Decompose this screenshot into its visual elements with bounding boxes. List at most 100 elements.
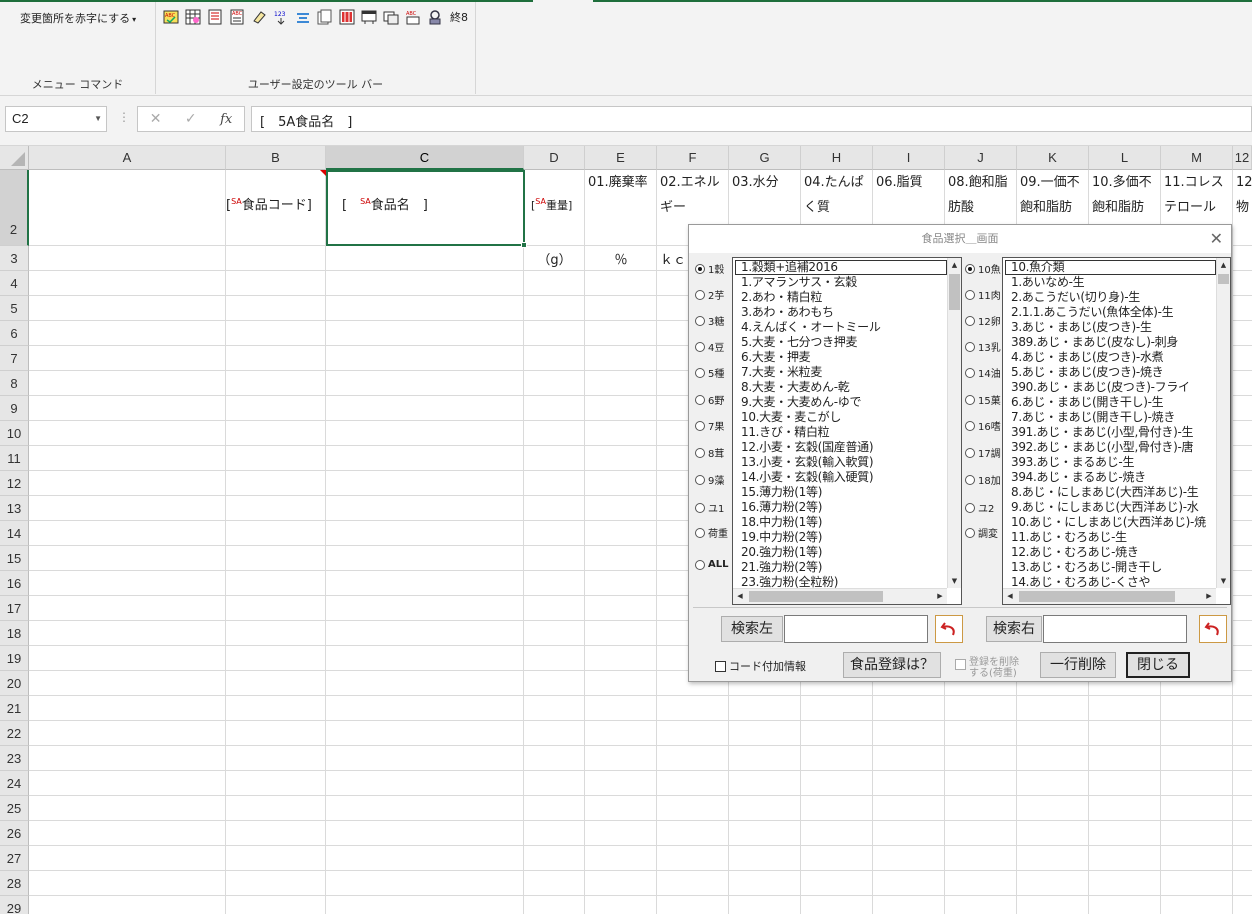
category-radio[interactable]: 荷重 [695, 525, 728, 540]
list-item[interactable]: 12.小麦・玄穀(国産普通) [735, 440, 947, 455]
radio-dot-icon[interactable] [695, 289, 705, 300]
column-header[interactable]: 12 [1233, 146, 1252, 170]
abc-list-icon[interactable]: ABC [228, 8, 246, 26]
list-item[interactable]: 389.あじ・まあじ(皮なし)-刺身 [1005, 335, 1216, 350]
right-vertical-scrollbar[interactable]: ▲ ▼ [1216, 258, 1230, 588]
selected-cell-c2[interactable] [326, 170, 527, 248]
row-header[interactable]: 10 [0, 421, 29, 446]
list-item[interactable]: 23.強力粉(全粒粉) [735, 575, 947, 588]
cell-f3[interactable]: ｋｃ [660, 249, 690, 268]
row-header[interactable]: 23 [0, 746, 29, 771]
row-header[interactable]: 18 [0, 621, 29, 646]
eraser-icon[interactable] [250, 8, 268, 26]
radio-dot-icon[interactable] [695, 474, 705, 485]
radio-dot-icon[interactable] [965, 502, 975, 513]
category-radio[interactable]: 13乳 [965, 339, 1001, 354]
right-horizontal-scrollbar[interactable]: ◀ ▶ [1003, 588, 1216, 604]
list-item[interactable]: 14.あじ・むろあじ-くさや [1005, 575, 1216, 588]
scroll-up-icon[interactable]: ▲ [948, 258, 961, 272]
window-icon[interactable] [382, 8, 400, 26]
select-all-corner[interactable] [0, 146, 29, 170]
category-radio[interactable]: 4豆 [695, 339, 724, 354]
radio-dot-icon[interactable] [965, 315, 975, 326]
right-food-listbox[interactable]: 10.魚介類 1.あいなめ-生 2.あこうだい(切り身)-生 2.1.1.あこうだい(… [1002, 257, 1231, 605]
cell-n2[interactable]: 12 物 [1233, 170, 1252, 246]
list-item[interactable]: 392.あじ・まあじ(小型,骨付き)-唐 [1005, 440, 1216, 455]
numbering-icon[interactable]: 123 [272, 8, 290, 26]
row-header[interactable]: 8 [0, 371, 29, 396]
row-header[interactable]: 20 [0, 671, 29, 696]
map-icon[interactable] [338, 8, 356, 26]
list-item[interactable]: 6.あじ・まあじ(開き干し)-生 [1005, 395, 1216, 410]
category-radio[interactable]: 12卵 [965, 313, 1001, 328]
cell-d3[interactable]: （g） [524, 249, 585, 268]
cell-e3[interactable]: ％ [585, 249, 657, 268]
list-item[interactable]: 9.大麦・大麦めん-ゆで [735, 395, 947, 410]
column-header[interactable]: D [524, 146, 585, 170]
column-header[interactable]: G [729, 146, 801, 170]
list-item[interactable]: 4.えんばく・オートミール [735, 320, 947, 335]
radio-dot-icon[interactable] [695, 394, 705, 405]
row-header[interactable]: 5 [0, 296, 29, 321]
list-item[interactable]: 394.あじ・まるあじ-焼き [1005, 470, 1216, 485]
radio-dot-icon[interactable] [965, 447, 975, 458]
list-item[interactable]: 1.アマランサス・玄穀 [735, 275, 947, 290]
list-item[interactable]: 393.あじ・まるあじ-生 [1005, 455, 1216, 470]
left-vertical-scrollbar[interactable]: ▲ ▼ [947, 258, 961, 588]
list-item[interactable]: 4.あじ・まあじ(皮つき)-水煮 [1005, 350, 1216, 365]
link-icon[interactable] [426, 8, 444, 26]
radio-dot-icon[interactable] [965, 474, 975, 485]
radio-dot-icon[interactable] [965, 289, 975, 300]
list-item[interactable]: 2.1.1.あこうだい(魚体全体)-生 [1005, 305, 1216, 320]
row-header[interactable]: 17 [0, 596, 29, 621]
row-header[interactable]: 24 [0, 771, 29, 796]
grid-icon[interactable] [360, 8, 378, 26]
row-header[interactable]: 29 [0, 896, 29, 914]
highlight-changes-red-button[interactable]: 変更箇所を赤字にする ▾ [20, 10, 136, 26]
list-item[interactable]: 13.あじ・むろあじ-開き干し [1005, 560, 1216, 575]
row-header[interactable]: 3 [0, 246, 29, 271]
scroll-up-icon[interactable]: ▲ [1217, 258, 1230, 272]
list-item[interactable]: 14.小麦・玄穀(輸入硬質) [735, 470, 947, 485]
row-header[interactable]: 14 [0, 521, 29, 546]
food-register-button[interactable]: 食品登録は？ [843, 652, 941, 678]
column-header[interactable]: I [873, 146, 945, 170]
category-radio[interactable]: 10魚 [965, 261, 1001, 276]
radio-dot-icon[interactable] [695, 527, 705, 538]
column-header[interactable]: E [585, 146, 657, 170]
undo-right-icon[interactable] [1199, 615, 1227, 643]
radio-dot-icon[interactable] [695, 341, 705, 352]
left-horizontal-scrollbar[interactable]: ◀ ▶ [733, 588, 947, 604]
cell-e2[interactable]: 01.廃棄率 [585, 170, 657, 246]
column-header[interactable]: B [226, 146, 326, 170]
list-icon[interactable] [206, 8, 224, 26]
list-item[interactable]: 11.きび・精白粒 [735, 425, 947, 440]
row-header[interactable]: 27 [0, 846, 29, 871]
list-item[interactable]: 8.あじ・にしまあじ(大西洋あじ)-生 [1005, 485, 1216, 500]
close-icon[interactable]: ✕ [1210, 229, 1223, 248]
list-item[interactable]: 1.あいなめ-生 [1005, 275, 1216, 290]
list-item[interactable]: 7.あじ・まあじ(開き干し)-焼き [1005, 410, 1216, 425]
undo-left-icon[interactable] [935, 615, 963, 643]
category-radio[interactable]: 8茸 [695, 445, 724, 460]
list-item[interactable]: 20.強力粉(1等) [735, 545, 947, 560]
row-header[interactable]: 25 [0, 796, 29, 821]
list-item[interactable]: 391.あじ・まあじ(小型,骨付き)-生 [1005, 425, 1216, 440]
delete-register-checkbox[interactable]: 登録を削除 する(荷重) [955, 657, 1019, 679]
row-header[interactable]: 9 [0, 396, 29, 421]
sort-icon[interactable] [294, 8, 312, 26]
row-header[interactable]: 16 [0, 571, 29, 596]
scroll-thumb[interactable] [1019, 591, 1175, 602]
scroll-left-icon[interactable]: ◀ [733, 589, 747, 604]
list-item[interactable]: 8.大麦・大麦めん-乾 [735, 380, 947, 395]
scroll-thumb[interactable] [949, 274, 960, 310]
formula-bar-grip-icon[interactable]: ⋮ [118, 110, 130, 124]
row-header[interactable]: 13 [0, 496, 29, 521]
radio-dot-icon[interactable] [695, 263, 705, 274]
row-header[interactable]: 26 [0, 821, 29, 846]
end-8-button[interactable]: 終8 [450, 9, 468, 25]
scroll-right-icon[interactable]: ▶ [1202, 589, 1216, 604]
left-food-listbox[interactable]: 1.穀類+追補2016 1.アマランサス・玄穀 2.あわ・精白粒 3.あわ・あわもち 4… [732, 257, 962, 605]
abc-check-icon[interactable]: ABC [162, 8, 180, 26]
search-right-button[interactable]: 検索右 [986, 616, 1042, 642]
